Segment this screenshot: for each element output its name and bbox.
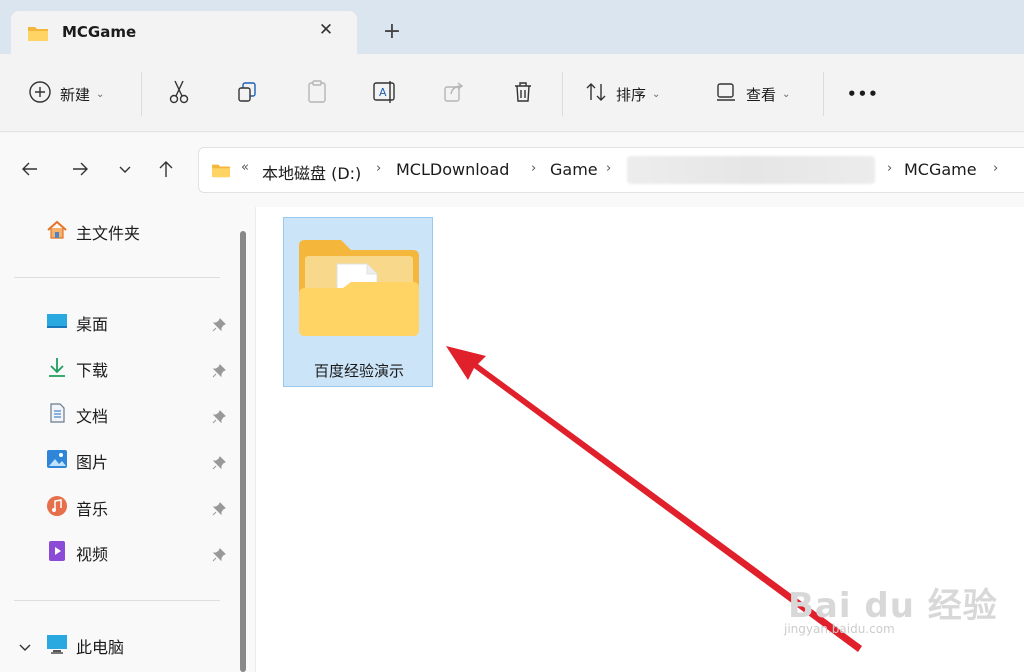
pin-icon[interactable]: [212, 363, 226, 382]
sort-button[interactable]: 排序 ⌄: [584, 80, 660, 108]
folder-name: 百度经验演示: [313, 362, 404, 380]
pin-icon[interactable]: [212, 317, 226, 336]
recent-locations-button[interactable]: [112, 158, 138, 184]
watermark-logo: Bai du 经验: [788, 586, 998, 626]
home-icon: [46, 219, 68, 245]
sidebar-item-label: 音乐: [76, 500, 109, 519]
address-bar[interactable]: « 本地磁盘 (D:) › MCLDownload › Game › › MCG…: [198, 147, 1024, 193]
video-icon: [46, 540, 68, 566]
sidebar-item-videos[interactable]: 视频: [46, 540, 108, 566]
pin-icon[interactable]: [212, 501, 226, 520]
crumb-separator[interactable]: ›: [887, 161, 892, 176]
music-icon: [46, 495, 68, 521]
back-button[interactable]: [17, 158, 43, 184]
watermark-url: jingyan.baidu.com: [784, 622, 895, 636]
picture-icon: [46, 448, 68, 474]
document-icon: [46, 402, 68, 428]
divider: [823, 72, 824, 116]
overflow-crumb[interactable]: «: [241, 160, 249, 175]
crumb-drive-d[interactable]: 本地磁盘 (D:): [262, 160, 361, 184]
sidebar-scrollbar[interactable]: [232, 207, 256, 672]
trash-icon: [511, 80, 535, 108]
sidebar-item-label: 文档: [76, 407, 109, 426]
pin-icon[interactable]: [212, 455, 226, 474]
forward-button[interactable]: [67, 158, 93, 184]
clipboard-icon: [305, 79, 329, 109]
cut-button[interactable]: [165, 80, 193, 108]
plus-circle-icon: [28, 80, 52, 108]
arrow-right-icon: [70, 159, 90, 183]
copy-button[interactable]: [233, 80, 261, 108]
more-options-button[interactable]: •••: [847, 80, 879, 108]
tab-mcgame[interactable]: MCGame ✕: [11, 11, 357, 54]
close-tab-icon[interactable]: ✕: [315, 20, 337, 40]
rename-icon: A: [372, 80, 398, 108]
computer-icon: [46, 633, 68, 659]
scissors-icon: [167, 79, 191, 109]
crumb-game[interactable]: Game: [550, 160, 598, 179]
pin-icon[interactable]: [212, 547, 226, 566]
tab-bar: MCGame ✕ +: [0, 0, 1024, 54]
divider: [14, 600, 220, 601]
sort-icon: [584, 80, 608, 108]
crumb-separator[interactable]: ›: [376, 161, 381, 176]
chevron-down-icon: ⌄: [652, 88, 661, 100]
sidebar-item-downloads[interactable]: 下载: [46, 356, 108, 382]
folder-icon: [297, 238, 421, 342]
folder-icon: [27, 24, 49, 46]
paste-button[interactable]: [303, 80, 331, 108]
view-label: 查看: [746, 85, 777, 104]
svg-text:A: A: [379, 86, 387, 99]
new-tab-button[interactable]: +: [380, 18, 404, 46]
copy-icon: [235, 80, 259, 108]
sidebar-item-music[interactable]: 音乐: [46, 495, 108, 521]
divider: [562, 72, 563, 116]
crumb-separator[interactable]: ›: [531, 161, 536, 176]
desktop-icon: [46, 311, 68, 335]
sidebar-item-pictures[interactable]: 图片: [46, 448, 108, 474]
sidebar-item-label: 下载: [76, 361, 109, 380]
chevron-down-icon: ⌄: [96, 88, 105, 100]
sort-label: 排序: [616, 85, 647, 104]
sidebar-item-label: 图片: [76, 453, 109, 472]
rename-button[interactable]: A: [371, 80, 399, 108]
sidebar-item-desktop[interactable]: 桌面: [46, 310, 108, 336]
view-icon: [714, 80, 738, 108]
up-button[interactable]: [153, 158, 179, 184]
chevron-down-icon: ⌄: [782, 88, 791, 100]
redacted-crumb: [627, 156, 875, 184]
share-button[interactable]: [440, 80, 468, 108]
crumb-separator[interactable]: ›: [606, 161, 611, 176]
crumb-separator[interactable]: ›: [993, 161, 998, 176]
folder-icon: [211, 162, 231, 182]
new-button[interactable]: 新建 ⌄: [28, 80, 104, 108]
sidebar-item-documents[interactable]: 文档: [46, 402, 108, 428]
folder-item[interactable]: 百度经验演示: [283, 217, 433, 387]
navigation-pane: 主文件夹 桌面 下载 文档 图片 音乐 视频 此电脑: [0, 207, 232, 672]
divider: [141, 72, 142, 116]
sidebar-item-home[interactable]: 主文件夹: [46, 219, 140, 245]
tab-title: MCGame: [62, 23, 137, 41]
share-icon: [442, 80, 466, 108]
pin-icon[interactable]: [212, 409, 226, 428]
delete-button[interactable]: [509, 80, 537, 108]
arrow-up-icon: [156, 159, 176, 183]
sidebar-item-label: 视频: [76, 545, 109, 564]
sidebar-item-label: 此电脑: [76, 638, 125, 657]
new-label: 新建: [60, 85, 91, 104]
sidebar-item-this-pc[interactable]: 此电脑: [46, 633, 124, 659]
chevron-down-icon[interactable]: [18, 639, 32, 658]
arrow-left-icon: [20, 159, 40, 183]
sidebar-item-label: 桌面: [76, 315, 109, 334]
download-icon: [46, 356, 68, 382]
scrollbar-thumb[interactable]: [240, 231, 246, 672]
sidebar-item-label: 主文件夹: [76, 224, 141, 243]
command-bar: 新建 ⌄ A 排序 ⌄ 查看 ⌄ •••: [0, 54, 1024, 132]
divider: [14, 277, 220, 278]
view-button[interactable]: 查看 ⌄: [714, 80, 790, 108]
crumb-mcldownload[interactable]: MCLDownload: [396, 160, 509, 179]
baidu-watermark: Bai du 经验 jingyan.baidu.com: [784, 578, 998, 636]
chevron-down-icon: [117, 161, 133, 181]
crumb-mcgame[interactable]: MCGame: [904, 160, 977, 179]
